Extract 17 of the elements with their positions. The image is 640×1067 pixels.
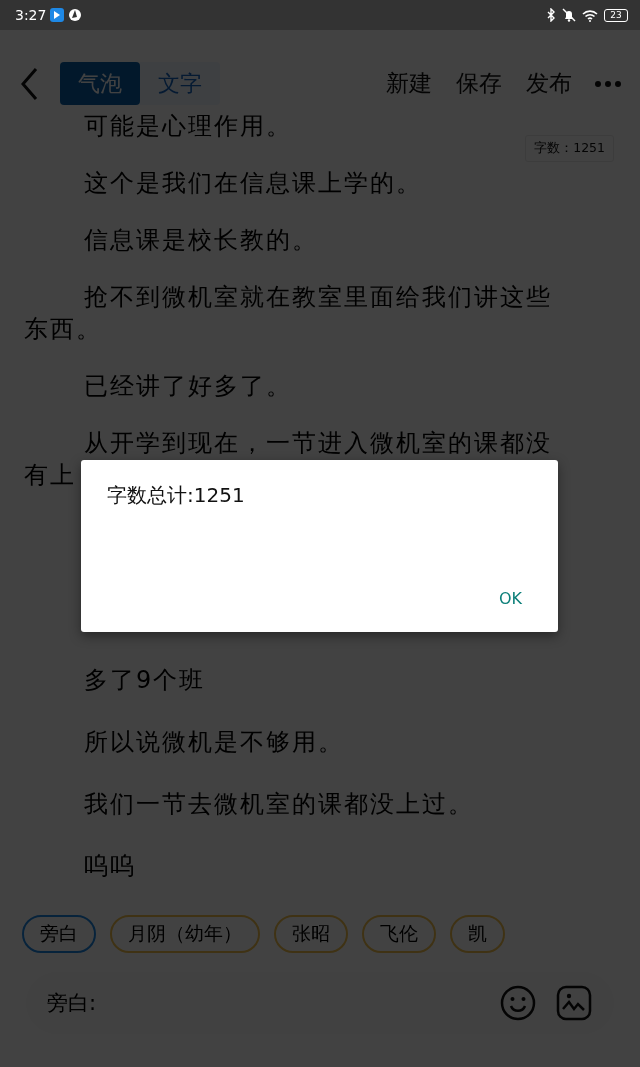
paragraph: 信息课是校长教的。 bbox=[83, 225, 319, 256]
battery-indicator: 23 bbox=[604, 8, 628, 22]
paragraph: 呜呜 bbox=[83, 851, 137, 882]
wifi-icon bbox=[582, 8, 598, 22]
bluetooth-icon bbox=[546, 8, 556, 22]
paragraph: 多了9个班 bbox=[83, 665, 207, 696]
paragraph: 已经讲了好多了。 bbox=[83, 371, 293, 402]
muted-bell-icon bbox=[562, 8, 576, 22]
app-icon bbox=[50, 8, 65, 22]
clock-time: 3:27 bbox=[15, 7, 47, 23]
paragraph: 抢不到微机室就在教室里面给我们讲这些东西。 bbox=[24, 282, 553, 345]
paragraph: 所以说微机是不够用。 bbox=[83, 727, 345, 758]
paragraph: 这个是我们在信息课上学的。 bbox=[83, 168, 423, 199]
paragraph: 可能是心理作用。 bbox=[83, 113, 293, 142]
ok-button[interactable]: OK bbox=[496, 585, 524, 612]
paragraph: 我们一节去微机室的课都没上过。 bbox=[83, 789, 475, 820]
compass-icon bbox=[68, 8, 83, 22]
